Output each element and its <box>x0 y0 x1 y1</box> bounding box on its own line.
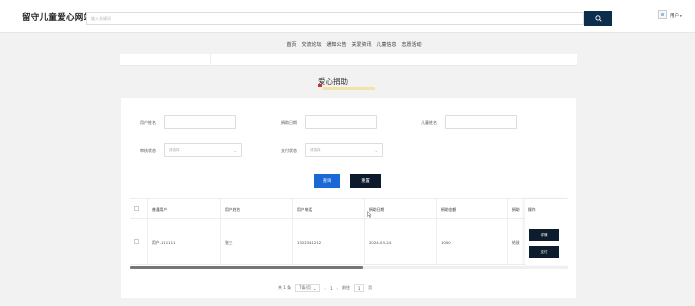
col-header-op: 操作 <box>528 207 536 212</box>
page-size-value: 7条/页 <box>299 285 311 290</box>
user-name-label: 用户姓名 <box>140 120 156 125</box>
chevron-down-icon: ⌄ <box>313 285 317 291</box>
fixed-op-column: 操作 详情 支付 <box>525 199 568 265</box>
child-name-input[interactable] <box>445 115 517 129</box>
pay-status-label: 支付状态 <box>281 148 297 153</box>
donate-date-label: 捐助日期 <box>281 120 297 125</box>
query-button[interactable]: 查询 <box>314 174 340 188</box>
search-icon <box>594 15 602 22</box>
goto-page-input[interactable]: 1 <box>354 284 365 292</box>
donation-panel: 用户姓名 捐助日期 儿童姓名 审核状态 请选择 ⌄ 支付状态 请选择 ⌄ 查询 … <box>121 98 576 298</box>
col-header-partial: 捐助 <box>512 207 520 212</box>
cell-date: 2024-03-24 <box>369 240 392 245</box>
table-row: 用户-111111 张三 1322341212 2024-03-24 1000 … <box>130 221 568 265</box>
next-page-button[interactable]: › <box>337 286 339 291</box>
heading-underline <box>323 87 375 90</box>
user-label: 用户 <box>670 14 679 19</box>
horizontal-scrollbar[interactable] <box>130 266 568 269</box>
caret-down-icon: ▾ <box>680 14 682 18</box>
select-all-checkbox[interactable] <box>134 206 139 211</box>
reset-button[interactable]: 重置 <box>350 174 381 188</box>
top-card-edge <box>120 54 577 66</box>
scrollbar-thumb[interactable] <box>130 266 363 269</box>
page-size-select[interactable]: 7条/页 ⌄ <box>295 284 321 292</box>
mouse-cursor-icon <box>367 211 372 218</box>
child-name-label: 儿童姓名 <box>421 120 437 125</box>
cell-amount: 1000 <box>441 240 451 245</box>
cell-name: 张三 <box>225 240 233 245</box>
col-header-amount: 捐助金额 <box>441 207 457 212</box>
column-divider <box>147 199 148 265</box>
donation-table: 普通用户 用户姓名 用户电话 捐助日期 捐助金额 捐助 用户-111111 张三… <box>130 198 568 270</box>
nav-item-forum[interactable]: 交流论坛 <box>301 41 321 51</box>
current-page[interactable]: 1 <box>330 286 333 291</box>
review-status-label: 审核状态 <box>140 148 156 153</box>
nav-item-home[interactable]: 首页 <box>286 41 296 51</box>
page-suffix: 页 <box>368 285 373 290</box>
main-nav: 首页 交流论坛 通知公告 关爱资讯 儿童信息 志愿活动 <box>0 41 695 51</box>
pagination: 共 1 条 7条/页 ⌄ ‹ 1 › 前往 1 页 <box>278 283 372 293</box>
col-header-name: 用户姓名 <box>225 207 241 212</box>
goto-label: 前往 <box>342 285 351 290</box>
donate-date-input[interactable] <box>305 115 377 129</box>
nav-item-care-news[interactable]: 关爱资讯 <box>352 41 372 51</box>
pay-status-placeholder: 请选择 <box>310 147 321 152</box>
chevron-down-icon: ⌄ <box>233 147 237 153</box>
site-title[interactable]: 留守儿童爱心网站 <box>22 11 92 23</box>
column-divider <box>364 199 365 265</box>
column-divider <box>507 199 508 265</box>
page-title: 爱心捐助 <box>318 77 348 86</box>
column-divider <box>436 199 437 265</box>
cell-partial: 给孩 <box>512 240 520 245</box>
card-line <box>120 65 577 66</box>
avatar[interactable] <box>658 10 667 19</box>
nav-item-child-info[interactable]: 儿童信息 <box>377 41 397 51</box>
pay-button[interactable]: 支付 <box>529 246 559 258</box>
user-menu[interactable]: 用户 ▾ <box>670 13 682 19</box>
prev-page-button[interactable]: ‹ <box>324 286 326 291</box>
search-button[interactable] <box>584 11 612 26</box>
flag-icon <box>318 84 322 87</box>
cell-phone: 1322341212 <box>297 240 322 245</box>
top-bar: 留守儿童爱心网站 用户 ▾ <box>0 0 695 33</box>
total-count: 共 1 条 <box>278 285 292 290</box>
col-header-user: 普通用户 <box>152 207 168 212</box>
pay-status-select[interactable]: 请选择 ⌄ <box>305 143 383 157</box>
column-divider <box>220 199 221 265</box>
search-input[interactable] <box>86 12 584 25</box>
table-header-row: 普通用户 用户姓名 用户电话 捐助日期 捐助金额 捐助 <box>130 199 568 219</box>
col-header-phone: 用户电话 <box>297 207 313 212</box>
review-status-select[interactable]: 请选择 ⌄ <box>164 143 242 157</box>
nav-item-notices[interactable]: 通知公告 <box>326 41 346 51</box>
row-checkbox[interactable] <box>134 239 139 244</box>
detail-button[interactable]: 详情 <box>529 229 559 241</box>
review-status-placeholder: 请选择 <box>169 147 180 152</box>
user-name-input[interactable] <box>164 115 236 129</box>
cell-user: 用户-111111 <box>152 240 176 245</box>
column-divider <box>292 199 293 265</box>
nav-item-volunteer[interactable]: 志愿活动 <box>402 41 422 51</box>
chevron-down-icon: ⌄ <box>374 147 378 153</box>
